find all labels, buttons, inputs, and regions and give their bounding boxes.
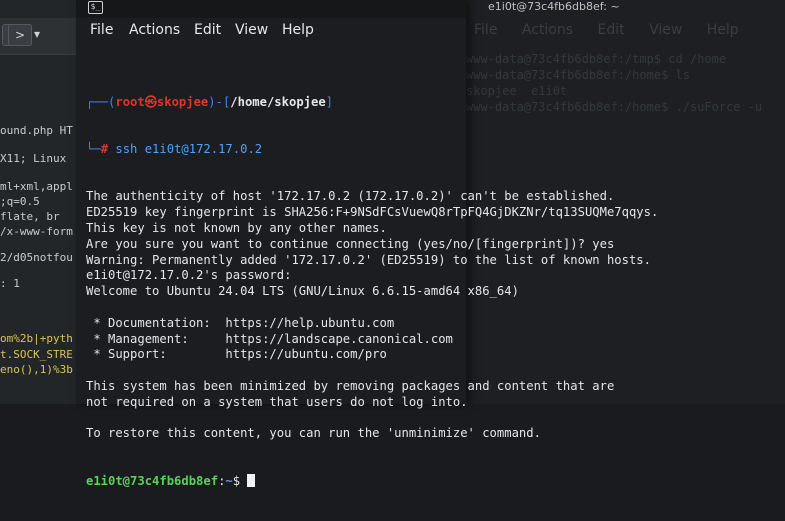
bg-left-line: ;q=0.5: [0, 195, 40, 208]
background-window-title: e1i0t@73c4fb6db8ef: ~: [488, 0, 620, 13]
final-prompt-user-host: e1i0t@73c4fb6db8ef: [86, 473, 219, 488]
bg-left-line: /x-www-form: [0, 225, 73, 238]
prompt-path: /home/skopjee: [230, 94, 326, 109]
prompt-line-top: ┌──(root㉿skopjee)-[/home/skopjee]: [86, 94, 334, 109]
nav-forward-button[interactable]: >: [8, 24, 32, 46]
menu-file[interactable]: File: [90, 22, 113, 38]
bg-left-line: eno(),1)%3b: [0, 363, 73, 376]
output-line: * Support: https://ubuntu.com/pro: [86, 347, 387, 362]
terminal-window[interactable]: $_ File Actions Edit View Help ┌──(root㉿…: [76, 0, 658, 488]
output-line: This key is not known by any other names…: [86, 220, 387, 235]
menu-edit[interactable]: Edit: [194, 22, 221, 38]
prompt-line-command: └─# ssh e1i0t@172.17.0.2: [86, 141, 263, 156]
bg-left-line: 2/d05notfou: [0, 251, 73, 264]
output-line: e1i0t@172.17.0.2's password:: [86, 268, 292, 283]
terminal-menubar: File Actions Edit View Help: [76, 18, 466, 44]
prompt-user-host: root㉿skopjee: [115, 94, 209, 109]
bg-left-line: ound.php HT: [0, 124, 73, 137]
background-window-left: < > ▾ ound.php HT X11; Linux ml+xml,appl ;q…: [0, 0, 76, 404]
output-line: Warning: Permanently added '172.17.0.2' …: [86, 252, 651, 267]
bg-menu-edit: Edit: [597, 22, 625, 38]
output-line: * Documentation: https://help.ubuntu.com: [86, 315, 395, 330]
output-line: The authenticity of host '172.17.0.2 (17…: [86, 189, 615, 204]
bg-menu-view: View: [649, 22, 683, 38]
output-line: ED25519 key fingerprint is SHA256:F+9NSd…: [86, 205, 659, 220]
bg-left-line: flate, br: [0, 210, 60, 223]
output-line: This system has been minimized by removi…: [86, 378, 615, 393]
output-line: Are you sure you want to continue connec…: [86, 236, 615, 251]
prompt-hash: #: [100, 141, 116, 156]
bg-menu-help: Help: [706, 22, 739, 38]
bg-left-line: om%2b|+pyth: [0, 332, 73, 345]
nav-dropdown-icon[interactable]: ▾: [32, 24, 42, 44]
bg-menu-actions: Actions: [521, 22, 574, 38]
terminal-titlebar[interactable]: $_: [76, 0, 466, 18]
menu-help[interactable]: Help: [282, 22, 314, 38]
bg-left-line: t.SOCK_STRE: [0, 348, 73, 361]
output-line: not required on a system that users do n…: [86, 394, 468, 409]
bg-left-line: X11; Linux: [0, 152, 67, 165]
command-text: ssh e1i0t@172.17.0.2: [115, 141, 263, 156]
bg-left-line: : 1: [0, 277, 20, 290]
menu-actions[interactable]: Actions: [129, 22, 180, 38]
output-line: * Management: https://landscape.canonica…: [86, 331, 453, 346]
left-toolbar: < > ▾: [0, 18, 76, 55]
bg-menu-file: File: [474, 22, 498, 38]
background-menubar: File Actions Edit View Help: [474, 22, 759, 38]
final-prompt-path: ~: [225, 473, 233, 488]
menu-view[interactable]: View: [235, 22, 268, 38]
output-line: Welcome to Ubuntu 24.04 LTS (GNU/Linux 6…: [86, 284, 519, 299]
terminal-output[interactable]: ┌──(root㉿skopjee)-[/home/skopjee] └─# ss…: [86, 63, 785, 521]
text-cursor: [247, 473, 256, 487]
terminal-icon: $_: [88, 1, 103, 14]
final-prompt-line[interactable]: e1i0t@73c4fb6db8ef:~$: [86, 473, 785, 490]
output-line: To restore this content, you can run the…: [86, 426, 541, 441]
bg-left-line: ml+xml,appl: [0, 180, 73, 193]
